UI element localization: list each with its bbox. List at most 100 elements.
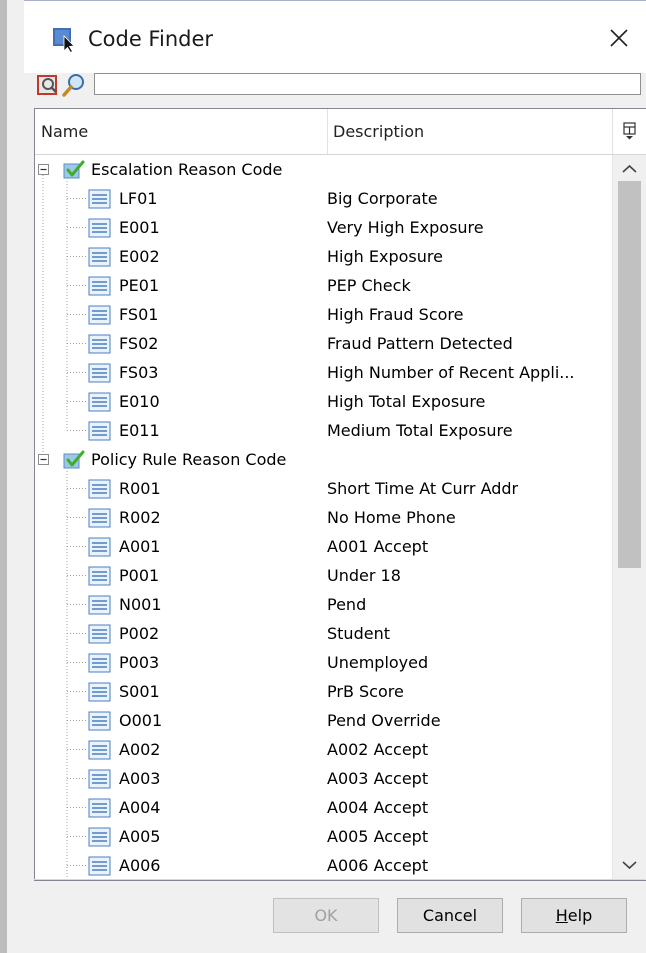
list-item-icon [88, 247, 111, 267]
code-cell: FS03 [119, 363, 159, 382]
table-row[interactable]: LF01 Big Corporate [35, 184, 610, 213]
description-cell: Student [327, 624, 390, 643]
list-item-icon [88, 276, 111, 296]
table-row[interactable]: R001 Short Time At Curr Addr [35, 474, 610, 503]
magnifier-icon[interactable] [62, 72, 86, 98]
list-item-icon [88, 537, 111, 557]
search-input[interactable] [94, 73, 641, 95]
table-row[interactable]: R002 No Home Phone [35, 503, 610, 532]
code-cell: A005 [119, 827, 161, 846]
table-row[interactable]: FS01 High Fraud Score [35, 300, 610, 329]
table-row[interactable]: PE01 PEP Check [35, 271, 610, 300]
help-mnemonic: H [555, 906, 568, 925]
list-item-icon [88, 189, 111, 209]
table-row[interactable]: A002 A002 Accept [35, 735, 610, 764]
description-cell: Medium Total Exposure [327, 421, 513, 440]
description-cell: A001 Accept [327, 537, 429, 556]
collapse-icon[interactable] [38, 454, 49, 465]
table-row[interactable]: E002 High Exposure [35, 242, 610, 271]
column-chooser-icon[interactable] [612, 109, 646, 154]
find-in-list-icon[interactable] [36, 72, 60, 98]
tree-rows: Escalation Reason Code LF01 Big Corporate E… [35, 155, 610, 880]
tree-group-row[interactable]: Escalation Reason Code [35, 155, 610, 184]
code-finder-app-icon [53, 28, 75, 53]
description-cell: High Fraud Score [327, 305, 464, 324]
list-item-icon [88, 392, 111, 412]
description-cell: A005 Accept [327, 827, 429, 846]
description-cell: Very High Exposure [327, 218, 484, 237]
description-cell: Pend [327, 595, 367, 614]
description-cell: High Number of Recent Appli... [327, 363, 575, 382]
list-item-icon [88, 798, 111, 818]
list-item-icon [88, 479, 111, 499]
tree-group-label: Escalation Reason Code [91, 160, 283, 179]
code-cell: A004 [119, 798, 161, 817]
tree-group-label: Policy Rule Reason Code [91, 450, 287, 469]
table-row[interactable]: P003 Unemployed [35, 648, 610, 677]
table-row[interactable]: E001 Very High Exposure [35, 213, 610, 242]
table-row[interactable]: P001 Under 18 [35, 561, 610, 590]
list-item-icon [88, 653, 111, 673]
table-row[interactable]: N001 Pend [35, 590, 610, 619]
description-cell: A002 Accept [327, 740, 429, 759]
table-row[interactable]: A003 A003 Accept [35, 764, 610, 793]
table-row[interactable]: A006 A006 Accept [35, 851, 610, 880]
list-item-icon [88, 682, 111, 702]
list-item-icon [88, 624, 111, 644]
table-row[interactable]: E010 High Total Exposure [35, 387, 610, 416]
description-cell: Under 18 [327, 566, 401, 585]
list-item-icon [88, 769, 111, 789]
table-header: Name Description [35, 109, 646, 155]
code-cell: FS02 [119, 334, 159, 353]
close-icon[interactable] [604, 23, 634, 53]
code-cell: S001 [119, 682, 160, 701]
description-cell: A003 Accept [327, 769, 429, 788]
table-row[interactable]: FS02 Fraud Pattern Detected [35, 329, 610, 358]
description-cell: High Exposure [327, 247, 443, 266]
description-cell: Big Corporate [327, 189, 438, 208]
cancel-button[interactable]: Cancel [397, 898, 503, 933]
title-bar[interactable]: Code Finder [24, 0, 646, 73]
code-cell: PE01 [119, 276, 160, 295]
description-cell: No Home Phone [327, 508, 456, 527]
table-row[interactable]: A004 A004 Accept [35, 793, 610, 822]
list-item-icon [88, 740, 111, 760]
tree-group-row[interactable]: Policy Rule Reason Code [35, 445, 610, 474]
list-item-icon [88, 566, 111, 586]
code-cell: P003 [119, 653, 160, 672]
footer-separator [34, 879, 645, 880]
scroll-down-arrow-icon[interactable] [613, 850, 646, 880]
toolbar [34, 72, 644, 102]
code-cell: E002 [119, 247, 160, 266]
table-row[interactable]: S001 PrB Score [35, 677, 610, 706]
table-row[interactable]: FS03 High Number of Recent Appli... [35, 358, 610, 387]
table-row[interactable]: A001 A001 Accept [35, 532, 610, 561]
list-item-icon [88, 218, 111, 238]
column-header-description[interactable]: Description [327, 109, 424, 154]
list-item-icon [88, 827, 111, 847]
table-row[interactable]: A005 A005 Accept [35, 822, 610, 851]
description-cell: PEP Check [327, 276, 411, 295]
list-item-icon [88, 305, 111, 325]
list-item-icon [88, 711, 111, 731]
scrollbar-thumb[interactable] [618, 181, 641, 568]
description-cell: High Total Exposure [327, 392, 486, 411]
code-cell: A003 [119, 769, 161, 788]
help-button[interactable]: Help [521, 898, 627, 933]
vertical-scrollbar[interactable] [612, 155, 646, 880]
description-cell: Unemployed [327, 653, 429, 672]
description-cell: A006 Accept [327, 856, 429, 875]
code-cell: R001 [119, 479, 161, 498]
table-row[interactable]: P002 Student [35, 619, 610, 648]
column-header-name[interactable]: Name [35, 109, 328, 154]
code-cell: A002 [119, 740, 161, 759]
ok-button[interactable]: OK [273, 898, 379, 933]
window-title: Code Finder [88, 27, 214, 51]
code-cell: R002 [119, 508, 161, 527]
code-cell: LF01 [119, 189, 158, 208]
code-tree-table: Name Description Escalation Reason Code L… [34, 108, 646, 881]
collapse-icon[interactable] [38, 164, 49, 175]
table-row[interactable]: O001 Pend Override [35, 706, 610, 735]
description-cell: Fraud Pattern Detected [327, 334, 513, 353]
table-row[interactable]: E011 Medium Total Exposure [35, 416, 610, 445]
